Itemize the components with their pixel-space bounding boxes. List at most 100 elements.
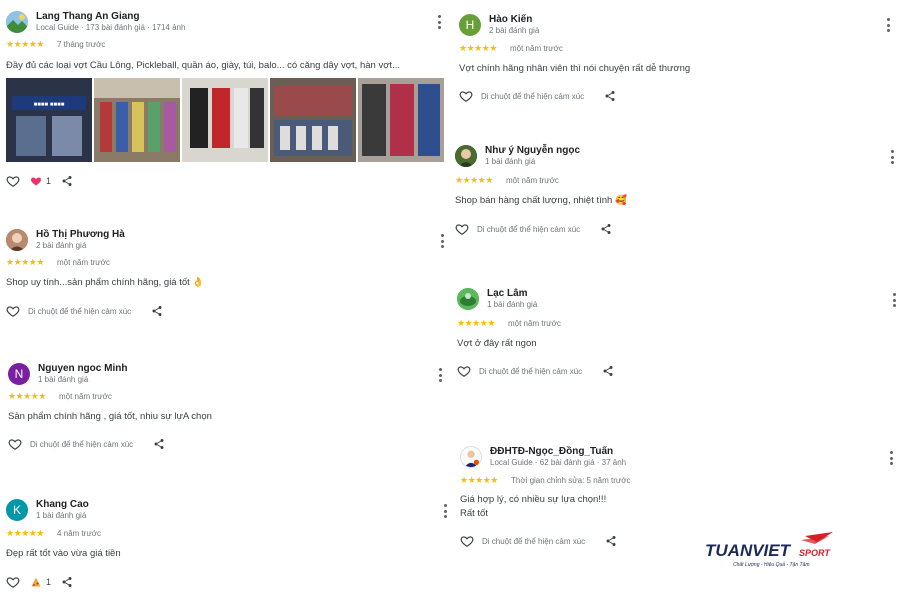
reviewer-name[interactable]: Hào Kiến xyxy=(489,14,532,25)
review-card: Như ý Nguyễn ngọc 1 bài đánh giá ★★★★★ m… xyxy=(455,145,895,240)
review-actions: Di chuột để thể hiện cảm xúc xyxy=(455,222,612,236)
celebrate-reaction-icon[interactable] xyxy=(30,576,42,588)
review-date: một năm trước xyxy=(508,319,561,328)
share-icon[interactable] xyxy=(604,90,616,102)
reviewer-avatar[interactable] xyxy=(455,145,477,167)
reviewer-name[interactable]: Khang Cao xyxy=(36,499,89,510)
review-photo-interior-4[interactable] xyxy=(358,78,444,162)
share-icon[interactable] xyxy=(61,175,73,187)
reviewer-meta: 2 bài đánh giá xyxy=(36,241,87,250)
heart-filled-icon[interactable] xyxy=(30,175,42,187)
reviewer-avatar[interactable]: K xyxy=(6,499,28,521)
review-text: Vợt ở đây rất ngon xyxy=(457,338,537,349)
share-icon[interactable] xyxy=(153,438,165,450)
reviewer-avatar[interactable] xyxy=(6,11,28,33)
review-actions: Di chuột để thể hiện cảm xúc xyxy=(460,534,617,548)
more-options-icon[interactable] xyxy=(440,504,450,518)
review-date: một năm trước xyxy=(510,44,563,53)
heart-outline-icon[interactable] xyxy=(6,304,20,318)
star-rating: ★★★★★ xyxy=(6,528,44,538)
heart-outline-icon[interactable] xyxy=(457,364,471,378)
reviewer-avatar[interactable] xyxy=(460,446,482,468)
heart-outline-icon[interactable] xyxy=(6,174,20,188)
review-text: Đầy đủ các loại vợt Cầu Lông, Pickleball… xyxy=(6,60,400,71)
more-options-icon[interactable] xyxy=(887,150,897,164)
tuanviet-sport-logo: TUANVIET SPORT Chất Lượng - Hiệu Quả - T… xyxy=(705,530,840,570)
star-rating: ★★★★★ xyxy=(455,175,493,185)
star-rating: ★★★★★ xyxy=(457,318,495,328)
review-card: N Nguyen ngoc Minh 1 bài đánh giá ★★★★★ … xyxy=(8,363,448,458)
review-card: Hồ Thị Phương Hà 2 bài đánh giá ★★★★★ mộ… xyxy=(6,229,446,324)
reaction-hint: Di chuột để thể hiện cảm xúc xyxy=(481,91,585,101)
reviewer-name[interactable]: Nguyen ngoc Minh xyxy=(38,363,127,374)
review-photo-interior-2[interactable] xyxy=(182,78,268,162)
svg-text:SPORT: SPORT xyxy=(799,548,831,558)
star-rating: ★★★★★ xyxy=(460,475,498,485)
reviewer-name[interactable]: Như ý Nguyễn ngọc xyxy=(485,145,580,156)
reaction-count: 1 xyxy=(46,176,52,186)
share-icon[interactable] xyxy=(605,535,617,547)
review-card: H Hào Kiến 2 bài đánh giá ★★★★★ một năm … xyxy=(459,14,899,109)
reviewer-meta: 1 bài đánh giá xyxy=(38,375,89,384)
review-text-line2: Rất tốt xyxy=(460,508,488,519)
reaction-hint: Di chuột để thể hiện cảm xúc xyxy=(477,224,581,234)
heart-outline-icon[interactable] xyxy=(6,575,20,589)
reviewer-meta: 1 bài đánh giá xyxy=(485,157,536,166)
reaction-hint: Di chuột để thể hiện cảm xúc xyxy=(479,366,583,376)
reaction-count: 1 xyxy=(46,577,52,587)
review-actions: Di chuột để thể hiện cảm xúc xyxy=(6,304,163,318)
brand-tagline: Chất Lượng - Hiệu Quả - Tận Tâm xyxy=(733,561,810,568)
more-options-icon[interactable] xyxy=(437,234,447,248)
reviewer-meta: 1 bài đánh giá xyxy=(487,300,538,309)
review-actions: 1 xyxy=(6,174,73,188)
heart-outline-icon[interactable] xyxy=(455,222,469,236)
svg-text:■■■■ ■■■■: ■■■■ ■■■■ xyxy=(34,102,65,108)
reviewer-name[interactable]: ĐĐHTĐ-Ngọc_Đồng_Tuấn xyxy=(490,446,613,457)
review-date: một năm trước xyxy=(57,258,110,267)
star-rating: ★★★★★ xyxy=(6,39,44,49)
share-icon[interactable] xyxy=(600,223,612,235)
reviewer-avatar[interactable]: H xyxy=(459,14,481,36)
review-photo-storefront[interactable]: ■■■■ ■■■■ xyxy=(6,78,92,162)
review-text: Giá hợp lý, có nhiều sự lựa chọn!!! xyxy=(460,494,607,505)
reviewer-name[interactable]: Lạc Lâm xyxy=(487,288,528,299)
star-rating: ★★★★★ xyxy=(8,391,46,401)
share-icon[interactable] xyxy=(602,365,614,377)
review-date: một năm trước xyxy=(59,392,112,401)
reviewer-name[interactable]: Lang Thang An Giang xyxy=(36,11,140,22)
svg-text:TUANVIET: TUANVIET xyxy=(705,541,792,560)
review-text: Đẹp rất tốt vào vừa giá tiền xyxy=(6,548,121,559)
share-icon[interactable] xyxy=(61,576,73,588)
more-options-icon[interactable] xyxy=(889,293,899,307)
review-photo-interior-3[interactable] xyxy=(270,78,356,162)
review-text: Shop bán hàng chất lượng, nhiệt tình 🥰 xyxy=(455,195,627,206)
heart-outline-icon[interactable] xyxy=(459,89,473,103)
review-card: K Khang Cao 1 bài đánh giá ★★★★★ 4 năm t… xyxy=(6,499,447,594)
heart-outline-icon[interactable] xyxy=(460,534,474,548)
review-photos: ■■■■ ■■■■ xyxy=(6,78,446,162)
reviewer-avatar[interactable] xyxy=(6,229,28,251)
reviewer-name[interactable]: Hồ Thị Phương Hà xyxy=(36,229,125,240)
reaction-hint: Di chuột để thể hiện cảm xúc xyxy=(28,306,132,316)
reviewer-avatar[interactable]: N xyxy=(8,363,30,385)
reaction-hint: Di chuột để thể hiện cảm xúc xyxy=(482,536,586,546)
review-actions: 1 xyxy=(6,575,73,589)
more-options-icon[interactable] xyxy=(886,451,896,465)
review-actions: Di chuột để thể hiện cảm xúc xyxy=(459,89,616,103)
review-photo-interior-1[interactable] xyxy=(94,78,180,162)
reviewer-meta: 2 bài đánh giá xyxy=(489,26,540,35)
review-actions: Di chuột để thể hiện cảm xúc xyxy=(8,437,165,451)
more-options-icon[interactable] xyxy=(883,18,893,32)
reviewer-avatar[interactable] xyxy=(457,288,479,310)
review-text: Vợt chính hãng nhân viên thì nói chuyện … xyxy=(459,63,691,74)
review-date: Thời gian chỉnh sửa: 5 năm trước xyxy=(511,476,631,485)
star-rating: ★★★★★ xyxy=(459,43,497,53)
more-options-icon[interactable] xyxy=(435,368,445,382)
more-options-icon[interactable] xyxy=(434,15,444,29)
star-rating: ★★★★★ xyxy=(6,257,44,267)
heart-outline-icon[interactable] xyxy=(8,437,22,451)
share-icon[interactable] xyxy=(151,305,163,317)
review-card: Lạc Lâm 1 bài đánh giá ★★★★★ một năm trư… xyxy=(457,288,897,383)
review-text: Shop uy tính...sản phẩm chính hãng, giá … xyxy=(6,277,205,288)
review-date: 4 năm trước xyxy=(57,529,101,538)
